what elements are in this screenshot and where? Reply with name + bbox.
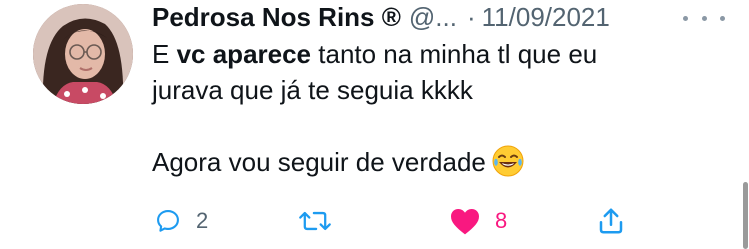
retweet-icon [299, 211, 331, 231]
reply-button[interactable]: 2 [154, 201, 208, 241]
like-count: 8 [495, 208, 508, 233]
text-segment: Agora vou seguir de verdade [152, 147, 486, 177]
separator-dot: · [466, 1, 476, 32]
tweet-date[interactable]: 11/09/2021 [482, 2, 610, 33]
share-button[interactable] [596, 201, 626, 241]
text-segment: tanto na minha tl que eu [311, 39, 598, 69]
more-icon[interactable] [683, 14, 725, 22]
bold-text: vc aparece [176, 39, 312, 69]
reply-count: 2 [196, 208, 209, 233]
tweet-actions: 2 8 [152, 201, 732, 241]
more-dot [720, 15, 725, 21]
reply-icon [157, 210, 179, 232]
avatar-image [33, 4, 133, 104]
tweet-header: Pedrosa Nos Rins ® @... · 11/09/2021 [152, 0, 610, 34]
display-name[interactable]: Pedrosa Nos Rins ® [152, 2, 401, 33]
more-dot [701, 15, 707, 21]
scrollbar[interactable] [743, 182, 748, 249]
text-segment: E [152, 39, 177, 69]
more-dot [683, 15, 688, 21]
avatar[interactable] [33, 4, 133, 104]
tweet-text: E vc aparece tanto na minha tl que eu ju… [152, 36, 732, 186]
tweet-text-line-3: Agora vou seguir de verdade [152, 144, 732, 186]
user-handle[interactable]: @... [409, 2, 457, 33]
laughing-emoji-icon [492, 145, 524, 186]
retweet-button[interactable] [298, 201, 332, 241]
like-button[interactable]: 8 [449, 201, 507, 241]
tweet-text-line-2: jurava que já te seguia kkkk [152, 75, 473, 105]
share-icon [599, 208, 623, 234]
tweet-text-line-1: E vc aparece tanto na minha tl que eu [152, 36, 732, 72]
heart-icon [451, 209, 479, 235]
tweet[interactable]: Pedrosa Nos Rins ® @... · 11/09/2021 E v… [0, 0, 749, 249]
